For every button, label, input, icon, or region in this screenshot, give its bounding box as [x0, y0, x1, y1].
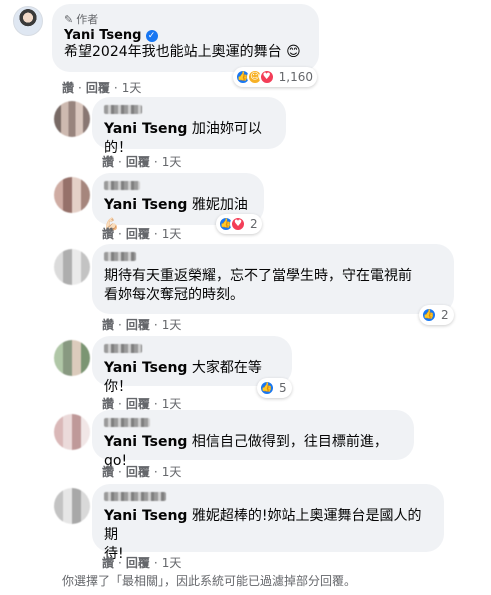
reply-bubble: Yani Tseng 加油妳可以的！	[92, 97, 286, 156]
blurred-commenter-name[interactable]	[104, 344, 142, 353]
love-reaction-icon: ♥	[258, 69, 275, 85]
like-link[interactable]: 讚	[62, 79, 74, 96]
tagged-user[interactable]: Yani Tseng	[104, 360, 187, 376]
author-avatar[interactable]	[13, 6, 43, 36]
love-reaction-icon: ♥	[230, 216, 246, 232]
smile-emoji: 😊	[286, 44, 301, 60]
tagged-user[interactable]: Yani Tseng	[104, 197, 187, 213]
blurred-commenter-name[interactable]	[104, 105, 142, 114]
reply-link[interactable]: 回覆	[126, 316, 150, 333]
reply-link[interactable]: 回覆	[126, 463, 150, 480]
like-link[interactable]: 讚	[102, 316, 114, 333]
main-comment-text-row: 希望2024年我也能站上奧運的舞台 😊	[64, 43, 307, 62]
reply-bubble: Yani Tseng 雅妮超棒的!妳站上奧運舞台是國人的期 待!	[92, 484, 444, 562]
reply-avatar[interactable]	[54, 101, 90, 137]
like-reaction-icon: 👍	[259, 380, 275, 396]
reply-avatar[interactable]	[54, 414, 90, 450]
reply-link[interactable]: 回覆	[86, 79, 110, 96]
author-badge: ✎ 作者	[64, 12, 307, 27]
verified-badge-icon: ✓	[145, 29, 158, 42]
reply-actions: 讚 · 回覆 · 1天	[102, 153, 182, 170]
reply-reactions[interactable]: 👍 ♥ 2	[216, 214, 262, 234]
reply-avatar[interactable]	[54, 177, 90, 213]
reply-reactions[interactable]: 👍 2	[419, 305, 454, 325]
blurred-commenter-name[interactable]	[104, 181, 140, 190]
author-badge-label: 作者	[76, 13, 99, 26]
reply-avatar[interactable]	[54, 340, 90, 376]
main-comment-bubble: ✎ 作者 Yani Tseng ✓ 希望2024年我也能站上奧運的舞台 😊	[52, 4, 319, 72]
reply-text-line: 期待有天重返榮耀，忘不了當學生時，守在電視前	[104, 268, 412, 284]
reply-actions: 讚 · 回覆 · 1天	[102, 463, 182, 480]
reply-avatar[interactable]	[54, 488, 90, 524]
like-link[interactable]: 讚	[102, 554, 114, 571]
tagged-user[interactable]: Yani Tseng	[104, 121, 187, 137]
reply-bubble: 期待有天重返榮耀，忘不了當學生時，守在電視前 看妳每次奪冠的時刻。	[92, 244, 454, 314]
main-comment-text: 希望2024年我也能站上奧運的舞台	[64, 44, 282, 60]
reply-reactions[interactable]: 👍 5	[257, 378, 292, 398]
like-link[interactable]: 讚	[102, 153, 114, 170]
pencil-icon: ✎	[64, 12, 74, 26]
blurred-commenter-name[interactable]	[104, 492, 166, 501]
timestamp[interactable]: 1天	[162, 153, 182, 170]
reply-text-line: 看妳每次奪冠的時刻。	[104, 287, 244, 303]
tagged-user[interactable]: Yani Tseng	[104, 434, 187, 450]
main-comment-actions: 讚 · 回覆 · 1天	[62, 79, 142, 96]
like-reaction-icon: 👍	[421, 307, 437, 323]
main-comment-reactions[interactable]: 👍 ☺ ♥ 1,160	[233, 67, 317, 87]
filter-note: 你選擇了「最相關」，因此系統可能已過濾掉部分回覆。	[62, 574, 357, 588]
reply-bubble: Yani Tseng 相信自己做得到，往目標前進，go!	[92, 410, 414, 469]
like-link[interactable]: 讚	[102, 463, 114, 480]
timestamp[interactable]: 1天	[162, 316, 182, 333]
reply-actions: 讚 · 回覆 · 1天	[102, 554, 182, 571]
reply-link[interactable]: 回覆	[126, 225, 150, 242]
timestamp[interactable]: 1天	[162, 554, 182, 571]
reply-avatar[interactable]	[54, 249, 90, 285]
reaction-count: 2	[441, 308, 449, 322]
timestamp[interactable]: 1天	[162, 225, 182, 242]
timestamp[interactable]: 1天	[122, 79, 142, 96]
author-name[interactable]: Yani Tseng	[64, 28, 142, 43]
reaction-count: 1,160	[278, 70, 313, 84]
blurred-commenter-name[interactable]	[104, 418, 150, 427]
reply-link[interactable]: 回覆	[126, 554, 150, 571]
timestamp[interactable]: 1天	[162, 463, 182, 480]
reply-actions: 讚 · 回覆 · 1天	[102, 225, 182, 242]
like-link[interactable]: 讚	[102, 225, 114, 242]
tagged-user[interactable]: Yani Tseng	[104, 508, 187, 524]
reply-link[interactable]: 回覆	[126, 153, 150, 170]
reply-actions: 讚 · 回覆 · 1天	[102, 316, 182, 333]
blurred-commenter-name[interactable]	[104, 252, 136, 261]
reaction-count: 2	[250, 217, 258, 231]
reaction-count: 5	[279, 381, 287, 395]
reply-text: 雅妮加油	[191, 197, 248, 213]
